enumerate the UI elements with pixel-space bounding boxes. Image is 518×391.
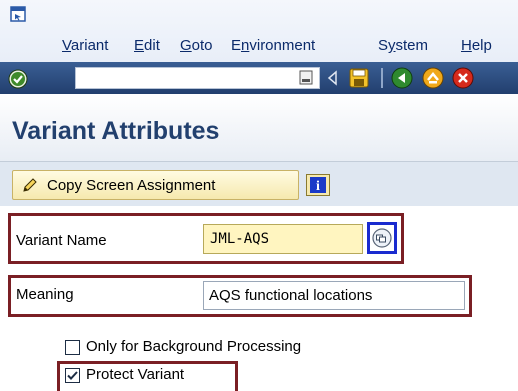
- meaning-field[interactable]: AQS functional locations: [203, 281, 465, 310]
- copy-screen-assignment-button[interactable]: Copy Screen Assignment: [12, 170, 299, 200]
- system-menu-icon[interactable]: [10, 6, 26, 22]
- menu-goto[interactable]: Goto: [180, 37, 213, 54]
- variant-name-label: Variant Name: [16, 232, 107, 249]
- variant-name-field[interactable]: JML-AQS: [203, 224, 363, 254]
- page-title: Variant Attributes: [12, 117, 220, 145]
- only-background-label: Only for Background Processing: [86, 338, 302, 355]
- pencil-icon: [23, 178, 37, 192]
- arrow-left-icon[interactable]: [326, 70, 340, 86]
- value-help-button[interactable]: [367, 222, 397, 254]
- menu-system[interactable]: System: [378, 37, 428, 54]
- command-field[interactable]: [75, 67, 320, 89]
- back-icon[interactable]: [391, 67, 413, 89]
- meaning-label: Meaning: [16, 286, 74, 303]
- value-help-icon: [372, 228, 392, 248]
- menu-variant[interactable]: Variant: [62, 37, 108, 54]
- save-icon[interactable]: [348, 67, 370, 89]
- cancel-icon[interactable]: [452, 67, 474, 89]
- svg-text:i: i: [316, 179, 320, 194]
- menu-environment[interactable]: Environment: [231, 37, 315, 54]
- exit-icon[interactable]: [422, 67, 444, 89]
- info-icon[interactable]: i: [306, 174, 330, 196]
- only-background-checkbox[interactable]: [65, 340, 80, 355]
- toolbar-separator: [381, 68, 383, 88]
- menu-help[interactable]: Help: [461, 37, 492, 54]
- checkmark-icon: [67, 371, 78, 380]
- protect-variant-label: Protect Variant: [86, 366, 185, 383]
- enter-icon[interactable]: [8, 69, 28, 89]
- protect-variant-checkbox[interactable]: [65, 368, 80, 383]
- menu-edit[interactable]: Edit: [134, 37, 160, 54]
- dropdown-icon[interactable]: [299, 70, 313, 85]
- copy-screen-assignment-label: Copy Screen Assignment: [47, 176, 216, 194]
